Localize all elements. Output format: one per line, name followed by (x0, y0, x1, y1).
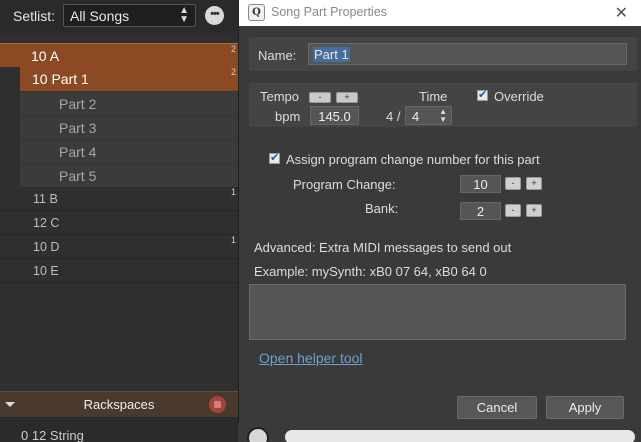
record-stop-icon[interactable] (209, 396, 226, 413)
program-change-increase-button[interactable]: + (526, 177, 542, 190)
song-label: 10 A (31, 48, 60, 64)
setlist-bar: Setlist: All Songs ▲ ▼ ••• (0, 0, 238, 33)
rackspaces-header[interactable]: Rackspaces (0, 391, 238, 417)
part-badge: 2 (230, 67, 236, 77)
part-item[interactable]: Part 3 (20, 115, 238, 139)
song-badge: 1 (230, 235, 236, 245)
assign-program-change-label: Assign program change number for this pa… (286, 152, 540, 167)
dialog-titlebar[interactable]: Q Song Part Properties ✕ (239, 0, 641, 26)
song-item[interactable]: 10 E (0, 259, 238, 283)
time-label: Time (419, 89, 448, 104)
part-item-selected[interactable]: 10 Part 1 2 (20, 67, 238, 91)
program-change-label: Program Change: (293, 177, 396, 192)
app-icon: Q (248, 4, 265, 21)
time-denominator-select[interactable]: 4 ▲ ▼ (405, 106, 452, 125)
part-item[interactable]: Part 2 (20, 91, 238, 115)
part-label: Part 4 (59, 144, 97, 160)
song-item[interactable]: 12 C (0, 211, 238, 235)
time-denominator-value: 4 (412, 109, 420, 124)
rackspace-label: 0 12 String (21, 428, 84, 442)
bpm-label: bpm (275, 109, 301, 124)
setlist-panel: Setlist: All Songs ▲ ▼ ••• 10 A 2 10 Part… (0, 0, 238, 442)
setlist-label: Setlist: (13, 8, 56, 24)
name-section: Name: Part 1 (249, 37, 637, 71)
song-item[interactable]: 10 D 1 (0, 235, 238, 259)
apply-button[interactable]: Apply (546, 396, 624, 419)
part-item[interactable]: Part 5 (20, 163, 238, 187)
ellipsis-icon: ••• (210, 8, 220, 20)
song-label: 12 C (33, 216, 60, 230)
cancel-button[interactable]: Cancel (457, 396, 537, 419)
song-label: 11 B (33, 192, 58, 206)
song-part-properties-dialog: Q Song Part Properties ✕ Name: Part 1 Te… (238, 0, 641, 442)
song-item-active[interactable]: 10 A 2 (0, 43, 238, 67)
part-label: Part 2 (59, 96, 97, 112)
song-label: 10 D (33, 240, 60, 254)
tempo-decrease-button[interactable]: - (309, 92, 331, 103)
program-change-decrease-button[interactable]: - (505, 177, 521, 190)
time-numerator: 4 / (386, 109, 401, 124)
midi-messages-textarea[interactable] (249, 284, 626, 340)
midi-example-label: Example: mySynth: xB0 07 64, xB0 64 0 (254, 264, 487, 279)
assign-program-change-checkbox[interactable] (269, 151, 280, 164)
open-helper-tool-link[interactable]: Open helper tool (259, 350, 363, 366)
setlist-select[interactable]: All Songs ▲ ▼ (63, 4, 196, 27)
tempo-label: Tempo (260, 89, 300, 104)
song-label: 10 E (33, 264, 59, 278)
advanced-midi-label: Advanced: Extra MIDI messages to send ou… (254, 240, 512, 255)
close-icon[interactable]: ✕ (615, 3, 628, 23)
song-badge: 2 (230, 44, 236, 54)
part-item[interactable]: Part 4 (20, 139, 238, 163)
slider-track[interactable] (285, 430, 635, 442)
name-input[interactable]: Part 1 (308, 43, 627, 65)
bank-label: Bank: (365, 201, 399, 216)
name-label: Name: (258, 48, 297, 63)
bank-decrease-button[interactable]: - (505, 204, 521, 217)
bpm-input[interactable]: 145.0 (310, 106, 359, 125)
override-checkbox[interactable] (477, 88, 488, 101)
rackspaces-label: Rackspaces (83, 397, 155, 412)
bank-increase-button[interactable]: + (526, 204, 542, 217)
bottom-control-strip (238, 423, 641, 442)
dialog-title: Song Part Properties (271, 5, 388, 19)
song-badge: 1 (230, 187, 236, 197)
song-list: 10 A 2 10 Part 1 2 Part 2 Part 3 Part 4 … (0, 43, 238, 283)
more-options-button[interactable]: ••• (205, 6, 224, 25)
tempo-increase-button[interactable]: + (336, 92, 358, 103)
rackspace-item[interactable]: 0 12 String (0, 417, 238, 442)
override-label: Override (494, 89, 544, 104)
updown-arrows-icon: ▲ ▼ (179, 5, 189, 25)
bank-input[interactable]: 2 (460, 202, 501, 220)
part-label: Part 5 (59, 168, 97, 184)
tempo-section: Tempo - + bpm 145.0 Time 4 / 4 ▲▼ Overri… (249, 83, 637, 127)
knob-icon[interactable] (247, 427, 269, 442)
program-change-input[interactable]: 10 (460, 175, 501, 193)
updown-arrows-icon: ▲ ▼ (439, 107, 447, 124)
part-label: Part 3 (59, 120, 97, 136)
name-input-value: Part 1 (313, 47, 350, 62)
song-item[interactable]: 11 B 1 (0, 187, 238, 211)
part-label: 10 Part 1 (32, 71, 89, 87)
setlist-selected-value: All Songs (70, 8, 130, 24)
